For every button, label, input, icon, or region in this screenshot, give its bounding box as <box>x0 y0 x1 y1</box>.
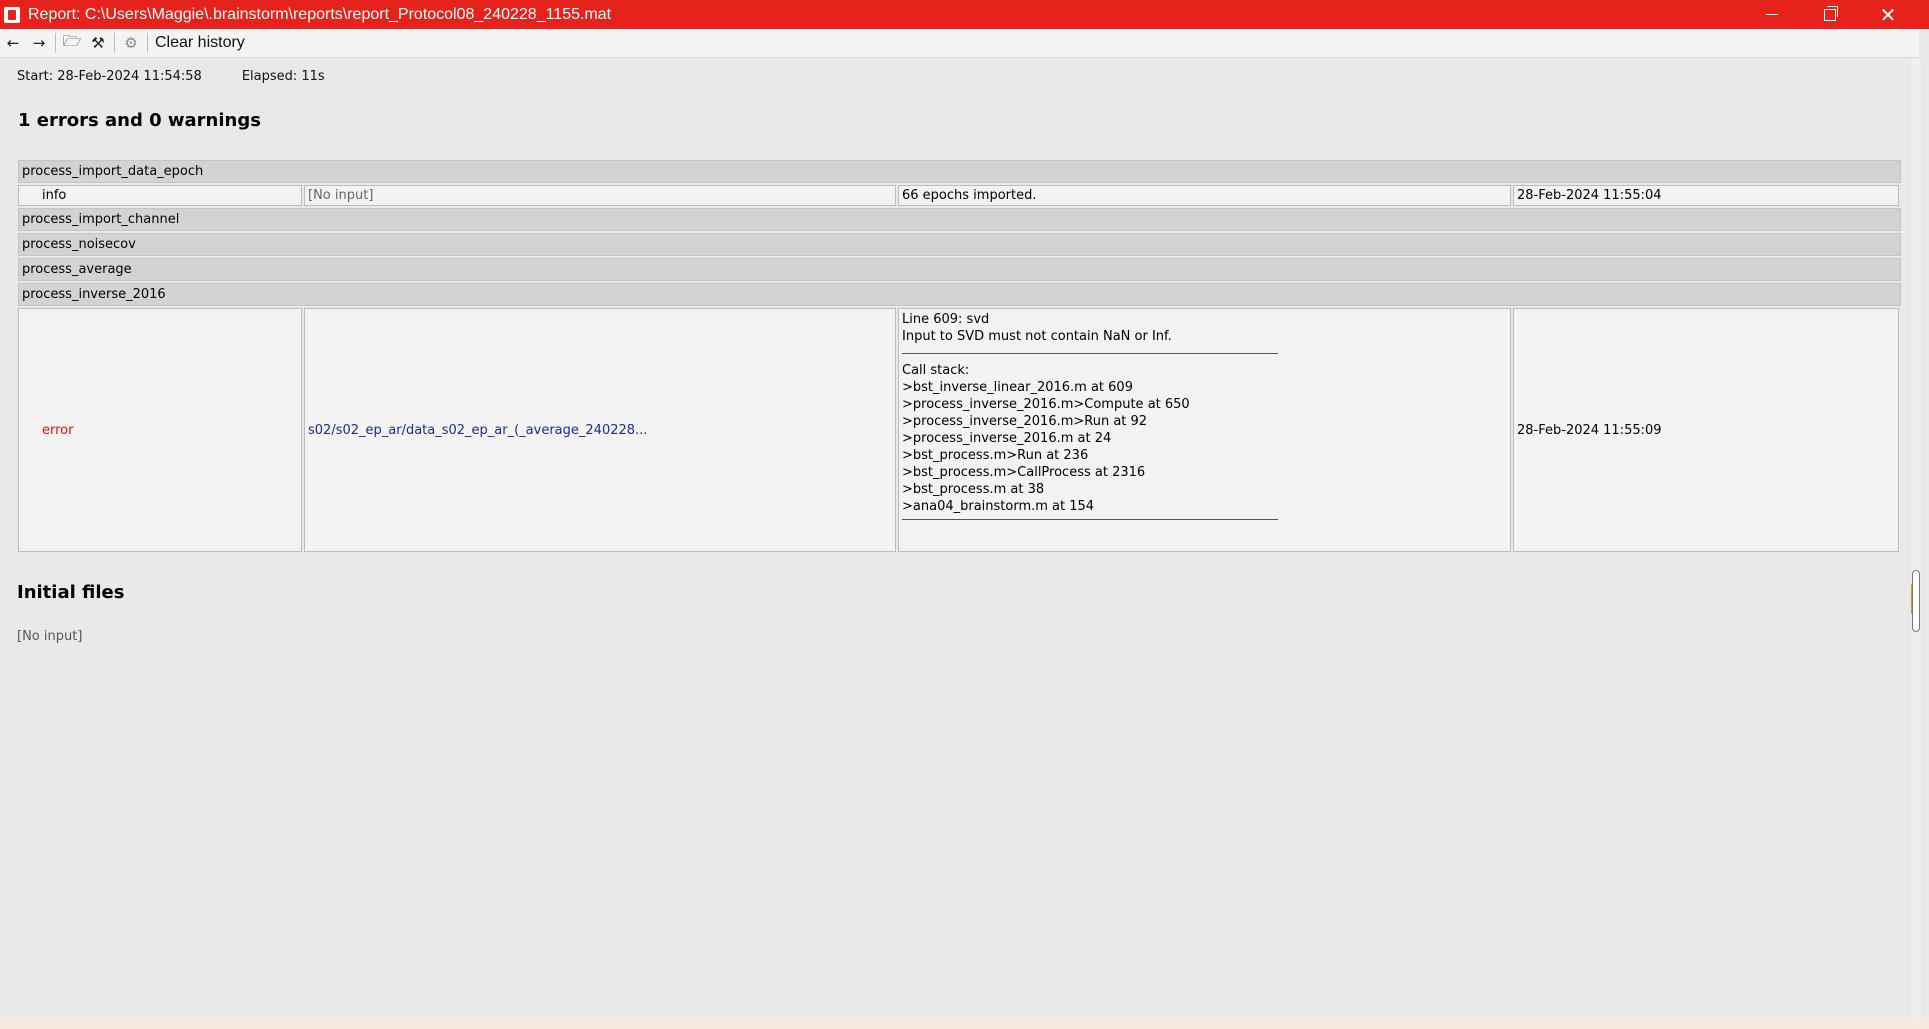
message-input-cell: [No input] <box>304 185 896 206</box>
open-folder-button[interactable]: 🗁 <box>59 31 85 55</box>
callstack-entry: >process_inverse_2016.m>Compute at 650 <box>902 397 1190 412</box>
gear-icon: ⚙ <box>124 34 138 52</box>
arrow-right-icon: → <box>32 34 46 52</box>
close-button[interactable]: ✕ <box>1859 0 1917 29</box>
minimize-icon <box>1766 14 1778 15</box>
vertical-scrollbar[interactable] <box>1911 58 1921 1018</box>
process-row: process_inverse_2016 <box>18 283 1901 306</box>
process-row: process_import_data_epoch <box>18 160 1901 183</box>
error-message-row: error s02/s02_ep_ar/data_s02_ep_ar_(_ave… <box>18 308 1901 552</box>
restore-icon <box>1824 5 1838 21</box>
error-line: Line 609: svd <box>902 312 990 327</box>
scrollbar-thumb[interactable] <box>1912 570 1920 632</box>
callstack-entry: >bst_process.m>Run at 236 <box>902 448 1089 463</box>
report-meta: Start: 28-Feb-2024 11:54:58 Elapsed: 11s <box>17 69 325 84</box>
callstack-label: Call stack: <box>902 363 970 378</box>
initial-files-heading: Initial files <box>17 582 125 603</box>
process-table: process_import_data_epoch info [No input… <box>18 160 1901 554</box>
taskbar-strip <box>0 1018 1929 1029</box>
minimize-button[interactable] <box>1743 0 1801 29</box>
message-text-cell: Line 609: svd Input to SVD must not cont… <box>898 308 1511 552</box>
message-type-cell: error <box>18 308 302 552</box>
app-icon <box>4 6 20 23</box>
message-type-cell: info <box>18 185 302 206</box>
message-time: 28-Feb-2024 11:55:09 <box>1517 422 1662 438</box>
start-time: Start: 28-Feb-2024 11:54:58 <box>17 69 202 84</box>
process-row: process_average <box>18 258 1901 281</box>
message-text-cell: 66 epochs imported. <box>898 185 1511 206</box>
callstack-entry: >ana04_brainstorm.m at 154 <box>902 499 1095 514</box>
message-type: error <box>42 422 74 438</box>
forward-button[interactable]: → <box>26 31 52 55</box>
arrow-left-icon: ← <box>6 34 20 52</box>
process-row: process_noisecov <box>18 233 1901 256</box>
callstack-entry: >process_inverse_2016.m>Run at 92 <box>902 414 1148 429</box>
process-row: process_import_channel <box>18 208 1901 231</box>
message-input-cell: s02/s02_ep_ar/data_s02_ep_ar_(_average_2… <box>304 308 896 552</box>
message-input: [No input] <box>308 188 374 203</box>
message-time-cell: 28-Feb-2024 11:55:04 <box>1513 185 1899 206</box>
message-time-cell: 28-Feb-2024 11:55:09 <box>1513 308 1899 552</box>
report-content: Start: 28-Feb-2024 11:54:58 Elapsed: 11s … <box>0 58 1912 1018</box>
initial-files-value: [No input] <box>17 629 83 644</box>
elapsed-time: Elapsed: 11s <box>241 69 325 84</box>
title-bar: Report: C:\Users\Maggie\.brainstorm\repo… <box>0 0 1929 29</box>
error-description: Input to SVD must not contain NaN or Inf… <box>902 329 1172 344</box>
back-button[interactable]: ← <box>0 31 26 55</box>
callstack-entry: >process_inverse_2016.m at 24 <box>902 431 1112 446</box>
clear-history-button[interactable]: Clear history <box>155 34 245 52</box>
tools-button[interactable]: ⚒ <box>85 31 111 55</box>
window-title: Report: C:\Users\Maggie\.brainstorm\repo… <box>28 5 612 23</box>
input-file-link[interactable]: s02/s02_ep_ar/data_s02_ep_ar_(_average_2… <box>308 423 647 438</box>
message-time: 28-Feb-2024 11:55:04 <box>1517 188 1662 203</box>
stack-divider <box>902 515 1278 520</box>
toolbar-separator <box>114 33 115 53</box>
tools-icon: ⚒ <box>91 34 105 52</box>
toolbar-separator <box>147 33 148 53</box>
folder-open-icon: 🗁 <box>62 31 82 50</box>
callstack-entry: >bst_process.m>CallProcess at 2316 <box>902 465 1146 480</box>
message-type: info <box>42 188 67 203</box>
message-row: info [No input] 66 epochs imported. 28-F… <box>18 185 1901 206</box>
close-icon: ✕ <box>1879 2 1897 27</box>
callstack-entry: >bst_process.m at 38 <box>902 482 1045 497</box>
stack-divider <box>902 345 1278 354</box>
toolbar-separator <box>55 33 56 53</box>
settings-button[interactable]: ⚙ <box>118 31 144 55</box>
message-text: 66 epochs imported. <box>902 188 1037 203</box>
callstack-entry: >bst_inverse_linear_2016.m at 609 <box>902 380 1133 395</box>
maximize-button[interactable] <box>1801 0 1859 29</box>
error-summary: 1 errors and 0 warnings <box>18 110 261 131</box>
toolbar: ← → 🗁 ⚒ ⚙ Clear history <box>0 29 1919 58</box>
